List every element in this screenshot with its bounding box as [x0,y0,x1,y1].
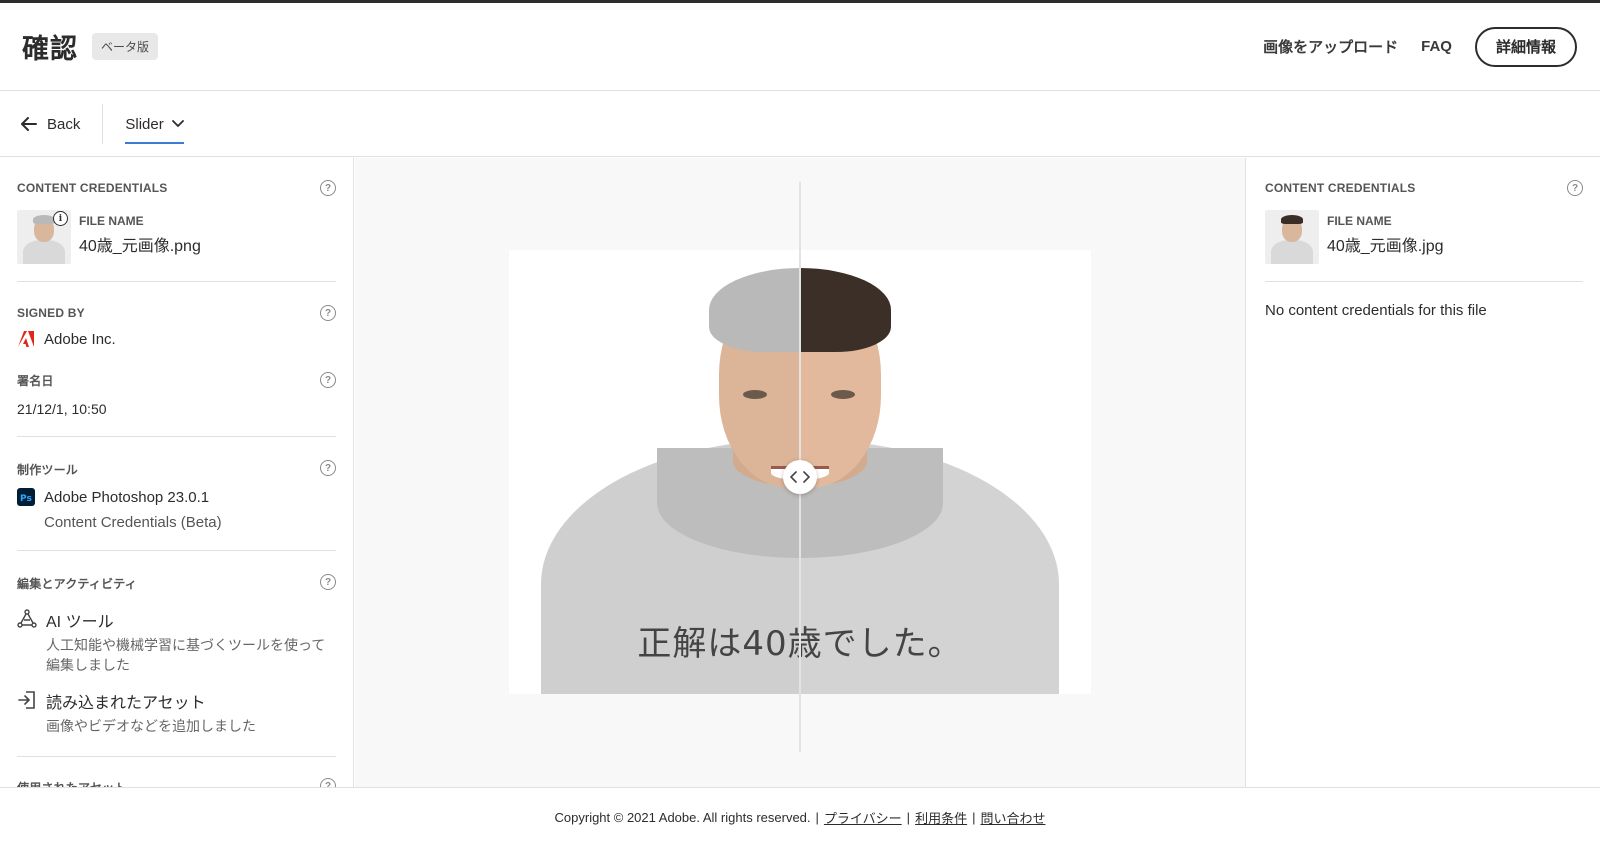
signed-date-title: 署名日 [17,374,54,388]
assets-title: 使用されたアセット [17,779,336,787]
signed-date-value: 21/12/1, 10:50 [17,401,107,417]
tool-row: Ps Adobe Photoshop 23.0.1 [17,488,336,506]
file-name-label: FILE NAME [1327,214,1392,228]
activity-title-text: AI ツール [46,614,114,631]
no-credentials-message: No content credentials for this file [1265,302,1487,319]
app-title: 確認 [22,34,78,64]
back-button[interactable]: Back [20,116,80,133]
import-asset-icon [18,691,35,709]
contact-link[interactable]: 問い合わせ [980,808,1045,827]
signature-section: SIGNED BY ? Adobe Inc. 署名日 ? 21/12/1, 10… [17,282,336,437]
photoshop-app-icon: Ps [17,488,35,506]
file-row: i FILE NAME 40歳_元画像.png [17,210,336,264]
adobe-logo-icon [18,331,34,347]
upload-image-link[interactable]: 画像をアップロード [1263,36,1398,57]
app-header: 確認 ベータ版 画像をアップロード FAQ 詳細情報 [0,3,1600,91]
help-circle-icon[interactable]: ? [320,460,336,476]
help-circle-icon[interactable]: ? [320,372,336,388]
terms-link[interactable]: 利用条件 [915,808,967,827]
right-credentials-panel: CONTENT CREDENTIALS ? FILE NAME 40歳_元画像.… [1245,158,1600,787]
view-mode-underline [125,142,184,144]
privacy-link[interactable]: プライバシー [824,808,902,827]
assets-section: 使用されたアセット ? [17,757,336,787]
copyright-text: Copyright © 2021 Adobe. All rights reser… [554,810,811,825]
activity-section: 編集とアクティビティ ? AI ツール 人工知能や機械学習に基づくツールを使って… [17,551,336,757]
file-meta: FILE NAME 40歳_元画像.png [79,214,201,256]
arrow-left-icon [21,117,37,131]
tool-title: 制作ツール [17,463,79,477]
activity-item: AI ツール 人工知能や機械学習に基づくツールを使って編集しました [17,608,336,675]
ai-tool-icon [17,609,37,628]
file-thumbnail [1265,210,1319,264]
tool-subtitle: Content Credentials (Beta) [44,514,222,531]
details-button[interactable]: 詳細情報 [1474,26,1577,67]
back-label: Back [47,115,81,133]
signed-by-title: SIGNED BY [17,306,85,320]
chevron-down-icon [171,120,184,128]
help-circle-icon[interactable]: ? [320,574,336,590]
toolbar: Back Slider [0,92,1600,157]
faq-link[interactable]: FAQ [1421,38,1452,55]
activity-title: 編集とアクティビティ [17,577,137,591]
info-icon[interactable]: i [53,211,68,226]
footer-separator: | [906,810,911,825]
credentials-title: CONTENT CREDENTIALS [17,181,168,195]
toolbar-divider [102,104,104,144]
activity-item: 読み込まれたアセット 画像やビデオなどを追加しました [17,689,336,736]
credentials-title: CONTENT CREDENTIALS [1265,181,1416,195]
help-circle-icon[interactable]: ? [320,305,336,321]
help-circle-icon[interactable]: ? [1567,180,1583,196]
tool-name: Adobe Photoshop 23.0.1 [44,488,210,506]
left-credentials-panel[interactable]: CONTENT CREDENTIALS ? i FILE NAME 40歳_元画… [0,158,354,787]
file-row: FILE NAME 40歳_元画像.jpg [1265,210,1583,264]
credentials-section: CONTENT CREDENTIALS ? i FILE NAME 40歳_元画… [17,158,336,282]
help-circle-icon[interactable]: ? [320,778,336,787]
activity-description: 画像やビデオなどを追加しました [46,718,256,734]
help-circle-icon[interactable]: ? [320,180,336,196]
file-meta: FILE NAME 40歳_元画像.jpg [1327,214,1444,256]
footer-separator: | [972,810,976,825]
activity-title-text: 読み込まれたアセット [46,695,206,712]
signed-by-value: Adobe Inc. [44,330,116,348]
slider-handle-icon[interactable] [783,460,817,494]
svg-text:Ps: Ps [20,494,32,504]
activity-description: 人工知能や機械学習に基づくツールを使って編集しました [46,637,326,673]
footer: Copyright © 2021 Adobe. All rights reser… [0,787,1600,847]
signed-by-row: Adobe Inc. [17,330,336,348]
beta-badge: ベータ版 [92,33,159,60]
tool-section: 制作ツール ? Ps Adobe Photoshop 23.0.1 Conten… [17,437,336,551]
view-mode-dropdown[interactable]: Slider [125,104,184,144]
file-thumbnail: i [17,210,71,264]
header-nav: 画像をアップロード FAQ 詳細情報 [1263,26,1578,67]
file-name: 40歳_元画像.png [79,238,201,255]
comparison-viewer: 正解は40歳でした。 [355,158,1245,787]
view-mode-label: Slider [125,115,164,133]
file-name: 40歳_元画像.jpg [1327,238,1444,255]
file-name-label: FILE NAME [79,214,144,228]
footer-separator: | [815,810,819,825]
credentials-section: CONTENT CREDENTIALS ? FILE NAME 40歳_元画像.… [1265,158,1583,282]
